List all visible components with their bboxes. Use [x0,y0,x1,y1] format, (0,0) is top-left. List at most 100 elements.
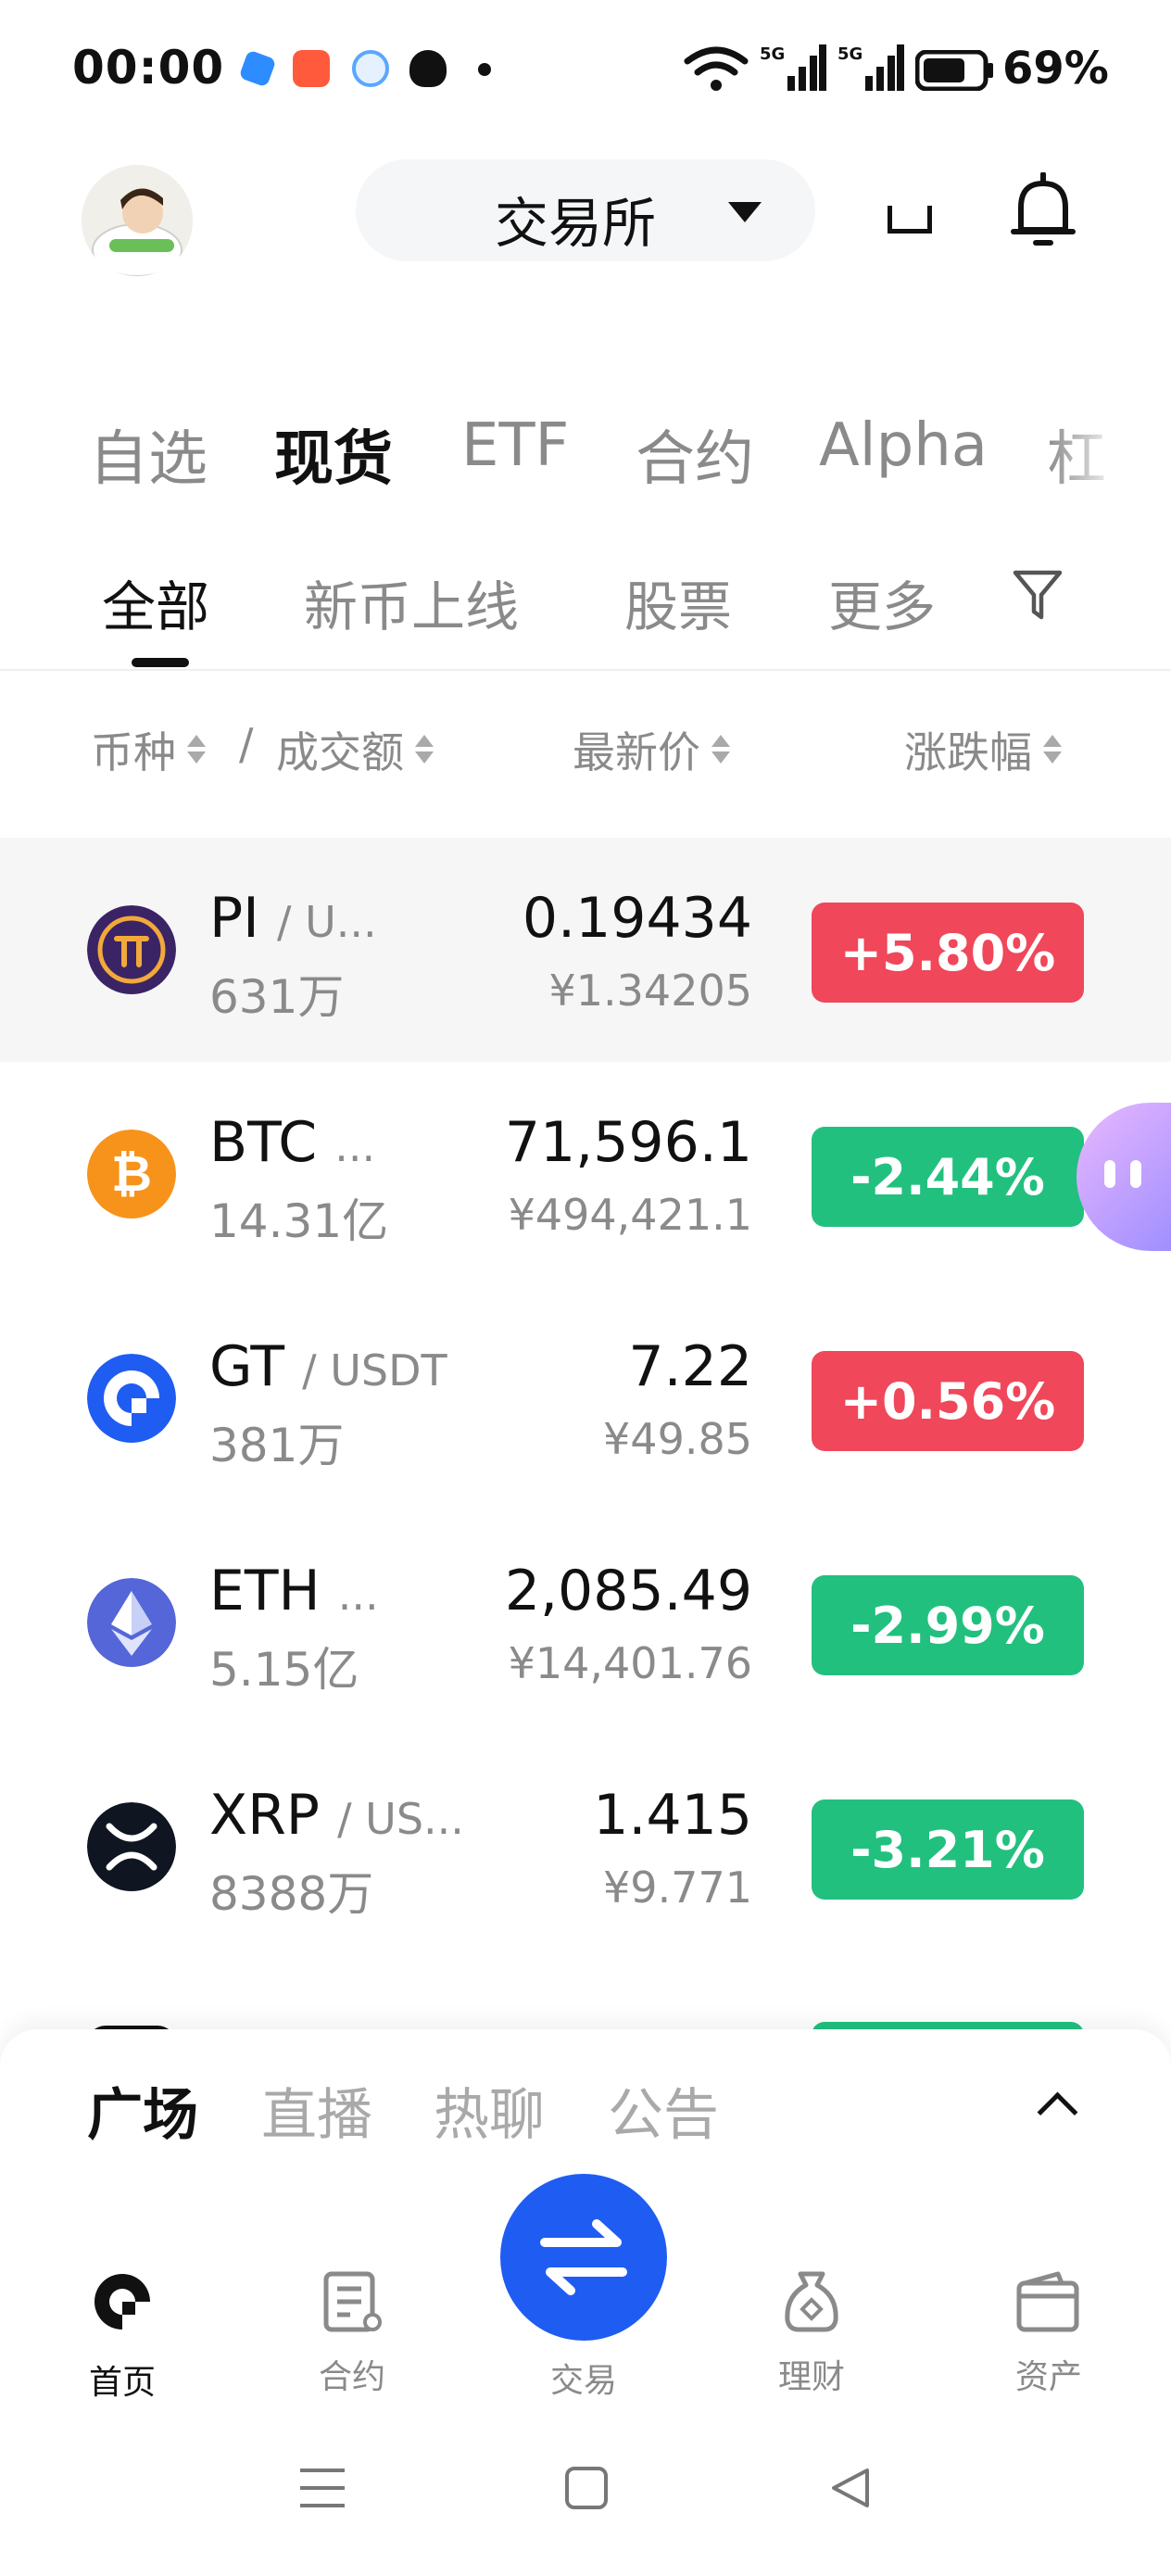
caret-down-icon [728,202,762,222]
column-header-volume[interactable]: 成交额 [276,719,434,780]
home-icon [94,2274,152,2331]
market-row[interactable]: ₿ BTC ... 14.31亿 71,596.1 ¥494,421.1 -2.… [0,1062,1171,1286]
coin-symbol: BTC ... [209,1110,375,1175]
home-square-icon[interactable] [563,2465,610,2511]
last-price: 71,596.1 [504,1110,752,1175]
sort-icon [415,731,434,768]
coin-quote: / USDT [302,1345,447,1395]
subtab-stocks[interactable]: 股票 [624,563,732,641]
column-header-coin-label: 币种 [91,727,176,777]
wallet-icon [1016,2271,1079,2332]
change-badge[interactable]: -2.99% [812,1575,1084,1675]
coin-symbol: PI / U... [209,886,377,951]
nav-label: 合约 [318,2358,385,2396]
nav-label-trade[interactable]: 交易 [510,2354,658,2402]
bubble-eye [1130,1160,1141,1188]
tab-etf[interactable]: ETF [461,411,569,480]
last-price: 0.19434 [522,886,752,951]
feed-tab-live[interactable]: 直播 [261,2070,372,2151]
column-header-price-label: 最新价 [573,727,700,777]
back-icon[interactable] [826,2465,873,2511]
coin-ticker: XRP [209,1783,320,1848]
status-time: 00:00 [72,41,225,95]
tab-futures[interactable]: 合约 [636,411,754,497]
coin-ticker: BTC [209,1110,318,1175]
nav-label: 首页 [88,2364,156,2402]
notification-app-icon [293,50,330,87]
notification-app-icon [238,49,277,88]
ethereum-icon [87,1578,176,1667]
subtab-new-listings[interactable]: 新币上线 [304,563,519,641]
menu-icon[interactable] [296,2465,348,2511]
subtab-all[interactable]: 全部 [102,563,209,641]
exchange-label: 交易所 [495,192,657,255]
last-price-cny: ¥9.771 [603,1863,752,1913]
last-price-cny: ¥49.85 [603,1414,752,1464]
last-price-cny: ¥494,421.1 [508,1190,752,1240]
column-header-volume-label: 成交额 [276,727,404,777]
market-row[interactable]: XRP / US... 8388万 1.415 ¥9.771 -3.21% [0,1735,1171,1959]
coin-volume: 631万 [209,970,345,1024]
svg-text:5G: 5G [837,44,863,64]
battery-percentage: 69% [1002,43,1109,95]
column-header-price[interactable]: 最新价 [573,719,730,780]
exchange-selector[interactable]: 交易所 [356,159,815,261]
change-badge[interactable]: +5.80% [812,903,1084,1003]
signal-5g-icon: 5G [837,44,904,91]
feed-tab-hot-chat[interactable]: 热聊 [434,2070,545,2151]
svg-text:5G: 5G [760,44,785,64]
scan-icon[interactable] [888,206,932,234]
change-badge[interactable]: -2.44% [812,1127,1084,1227]
filter-icon[interactable] [1012,567,1064,623]
coin-volume: 5.15亿 [209,1643,359,1697]
qq-penguin-icon [409,50,447,87]
coin-symbol: ETH ... [209,1559,379,1623]
tab-spot[interactable]: 现货 [274,411,393,497]
xrp-icon [87,1802,176,1891]
coin-ticker: PI [209,886,259,951]
column-header-separator: / [239,719,254,769]
change-badge[interactable]: +0.56% [812,1351,1084,1451]
divider [0,669,1171,671]
market-row[interactable]: GT / USDT 381万 7.22 ¥49.85 +0.56% [0,1286,1171,1510]
tab-watchlist[interactable]: 自选 [89,411,208,497]
last-price: 1.415 [593,1783,752,1848]
market-row[interactable]: ETH ... 5.15亿 2,085.49 ¥14,401.76 -2.99% [0,1510,1171,1735]
tab-alpha[interactable]: Alpha [819,411,988,480]
coin-volume: 14.31亿 [209,1194,389,1248]
nav-label: 资产 [1014,2358,1082,2396]
coin-symbol: XRP / US... [209,1783,464,1848]
feed-tab-square[interactable]: 广场 [87,2070,198,2151]
column-header-coin[interactable]: 币种 [91,719,206,780]
user-avatar[interactable] [82,165,193,276]
coin-quote: ... [337,1570,379,1620]
column-header-change-label: 涨跌幅 [904,727,1032,777]
bubble-eye [1104,1160,1115,1188]
last-price-cny: ¥14,401.76 [508,1638,752,1688]
column-header-change[interactable]: 涨跌幅 [904,719,1062,780]
market-row[interactable]: PI / U... 631万 0.19434 ¥1.34205 +5.80% [0,838,1171,1062]
money-bag-icon [785,2271,838,2332]
gatetoken-icon [87,1354,176,1443]
sort-icon [187,731,206,768]
trade-button[interactable] [500,2174,667,2341]
contract-icon [323,2271,382,2332]
pi-coin-icon [87,905,176,994]
wifi-icon [684,46,749,91]
last-price-cny: ¥1.34205 [548,966,753,1016]
coin-quote: / US... [337,1794,464,1844]
battery-icon [915,50,993,91]
notification-dot-icon [478,63,491,76]
active-tab-indicator [132,658,189,667]
feed-tab-announcements[interactable]: 公告 [608,2070,719,2151]
bell-icon[interactable] [1010,172,1077,252]
coin-ticker: GT [209,1334,285,1399]
coin-ticker: ETH [209,1559,321,1623]
coin-quote: / U... [276,897,377,947]
coin-quote: ... [334,1121,376,1171]
change-badge[interactable]: -3.21% [812,1799,1084,1900]
subtab-more[interactable]: 更多 [828,563,936,641]
last-price: 2,085.49 [504,1559,752,1623]
notification-app-icon [352,50,389,87]
nav-label: 理财 [777,2358,845,2396]
